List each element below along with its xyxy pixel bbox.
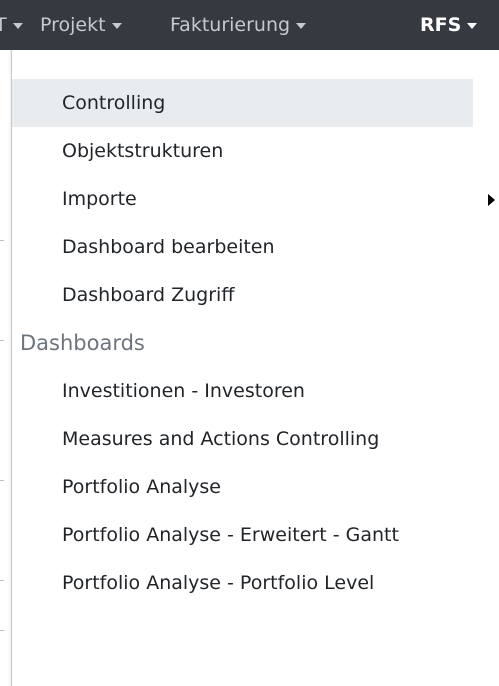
nav-menu-projekt-label: Projekt [40,14,106,36]
background-divider [0,580,4,581]
dropdown-section-header: Dashboards [12,319,473,367]
menu-item-label: Investitionen - Investoren [62,380,305,402]
menu-item-label: Portfolio Analyse - Erweitert - Gantt [62,524,399,546]
menu-item-portfolio-analyse[interactable]: Portfolio Analyse [12,463,473,511]
nav-menu-partial[interactable]: T [0,0,23,50]
background-divider [0,240,4,241]
menu-item-label: Objektstrukturen [62,140,224,162]
top-navbar: T Projekt Fakturierung RFS [0,0,499,50]
menu-item-label: Portfolio Analyse [62,476,221,498]
menu-item-investitionen-investoren[interactable]: Investitionen - Investoren [12,367,473,415]
menu-item-controlling[interactable]: Controlling [12,79,473,127]
background-divider [0,630,4,631]
caret-down-icon [111,23,122,29]
menu-item-dashboard-zugriff[interactable]: Dashboard Zugriff [12,271,473,319]
submenu-arrow-icon [488,194,495,206]
menu-item-label: Measures and Actions Controlling [62,428,380,450]
menu-item-objektstrukturen[interactable]: Objektstrukturen [12,127,473,175]
page: T Projekt Fakturierung RFS Controlling O… [0,0,499,686]
section-header-label: Dashboards [20,331,145,355]
nav-menu-projekt[interactable]: Projekt [40,0,122,50]
caret-down-icon [467,23,478,29]
menu-item-label: Dashboard bearbeiten [62,236,275,258]
menu-item-portfolio-analyse-gantt[interactable]: Portfolio Analyse - Erweitert - Gantt [12,511,473,559]
caret-down-icon [296,23,307,29]
menu-item-label: Portfolio Analyse - Portfolio Level [62,572,375,594]
menu-item-label: Importe [62,188,137,210]
nav-menu-rfs-label: RFS [420,14,462,36]
nav-menu-fakturierung[interactable]: Fakturierung [170,0,307,50]
menu-item-measures-actions-controlling[interactable]: Measures and Actions Controlling [12,415,473,463]
caret-down-icon [12,23,23,29]
nav-menu-fakturierung-label: Fakturierung [170,14,291,36]
nav-menu-rfs[interactable]: RFS [420,0,478,50]
nav-menu-partial-label: T [0,14,7,36]
menu-item-label: Controlling [62,92,166,114]
menu-item-importe[interactable]: Importe [12,175,495,223]
rfs-dropdown-menu: Controlling Objektstrukturen Importe Das… [11,50,499,686]
background-divider [0,340,4,341]
menu-item-portfolio-analyse-level[interactable]: Portfolio Analyse - Portfolio Level [12,559,473,607]
menu-item-dashboard-bearbeiten[interactable]: Dashboard bearbeiten [12,223,473,271]
background-divider [0,480,4,481]
menu-item-label: Dashboard Zugriff [62,284,235,306]
